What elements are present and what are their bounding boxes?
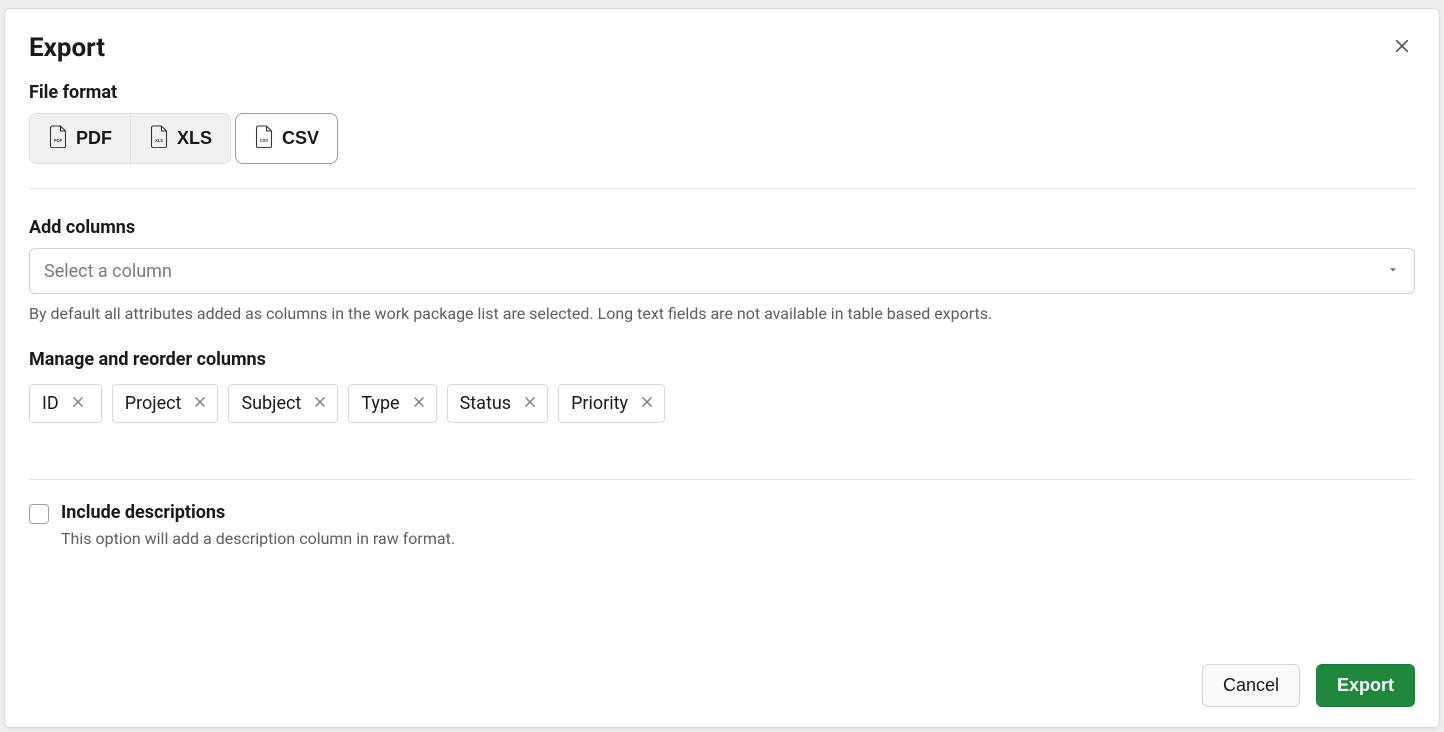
svg-text:PDF: PDF (54, 138, 63, 143)
chip-remove-type[interactable] (410, 393, 428, 414)
include-descriptions-row: Include descriptions This option will ad… (29, 502, 1415, 548)
format-pdf-button[interactable]: PDF PDF (30, 114, 130, 163)
add-columns-select[interactable]: Select a column (29, 248, 1415, 294)
svg-text:XLS: XLS (155, 138, 163, 143)
svg-text:CSV: CSV (260, 138, 269, 143)
x-icon (193, 395, 207, 412)
column-chip-subject[interactable]: Subject (228, 384, 338, 423)
column-chip-type[interactable]: Type (348, 384, 436, 423)
x-icon (412, 395, 426, 412)
file-format-label: File format (29, 82, 1415, 103)
manage-columns-label: Manage and reorder columns (29, 349, 1415, 370)
x-icon (523, 395, 537, 412)
cancel-button[interactable]: Cancel (1202, 664, 1300, 707)
chip-label: Type (361, 393, 399, 414)
file-csv-icon: CSV (254, 124, 274, 153)
format-xls-label: XLS (177, 128, 212, 149)
chip-remove-id[interactable] (69, 393, 87, 414)
file-format-group: PDF PDF XLS XLS (29, 113, 1415, 164)
file-xls-icon: XLS (149, 124, 169, 153)
chip-remove-project[interactable] (191, 393, 209, 414)
chip-remove-subject[interactable] (311, 393, 329, 414)
add-columns-placeholder: Select a column (44, 261, 172, 282)
format-xls-button[interactable]: XLS XLS (130, 114, 230, 163)
chip-label: Status (460, 393, 511, 414)
divider (29, 188, 1415, 189)
chip-remove-priority[interactable] (638, 393, 656, 414)
format-pdf-label: PDF (76, 128, 112, 149)
include-descriptions-checkbox[interactable] (29, 504, 49, 524)
modal-title: Export (29, 33, 105, 64)
column-chip-project[interactable]: Project (112, 384, 219, 423)
export-modal: Export File format PDF PDF (4, 8, 1440, 728)
close-icon (1393, 37, 1411, 58)
include-descriptions-label: Include descriptions (61, 502, 455, 523)
chip-label: Priority (571, 393, 628, 414)
column-chip-status[interactable]: Status (447, 384, 548, 423)
column-chip-priority[interactable]: Priority (558, 384, 665, 423)
chip-remove-status[interactable] (521, 393, 539, 414)
file-pdf-icon: PDF (48, 124, 68, 153)
x-icon (640, 395, 654, 412)
x-icon (313, 395, 327, 412)
format-csv-button[interactable]: CSV CSV (235, 113, 338, 164)
include-descriptions-text: Include descriptions This option will ad… (61, 502, 455, 548)
column-chip-id[interactable]: ID (29, 384, 102, 423)
x-icon (71, 395, 85, 412)
chip-label: Project (125, 393, 182, 414)
include-descriptions-subtext: This option will add a description colum… (61, 529, 455, 548)
chip-label: ID (42, 393, 59, 414)
modal-header: Export (29, 33, 1415, 64)
export-button[interactable]: Export (1316, 664, 1415, 707)
modal-footer: Cancel Export (29, 644, 1415, 707)
close-button[interactable] (1389, 33, 1415, 62)
columns-chip-list: ID Project Subject Type Status (29, 384, 1415, 423)
chip-label: Subject (241, 393, 301, 414)
add-columns-help: By default all attributes added as colum… (29, 304, 1415, 323)
file-format-segment: PDF PDF XLS XLS (29, 113, 231, 164)
caret-down-icon (1386, 261, 1400, 282)
format-csv-label: CSV (282, 128, 319, 149)
divider (29, 479, 1415, 480)
add-columns-label: Add columns (29, 217, 1415, 238)
